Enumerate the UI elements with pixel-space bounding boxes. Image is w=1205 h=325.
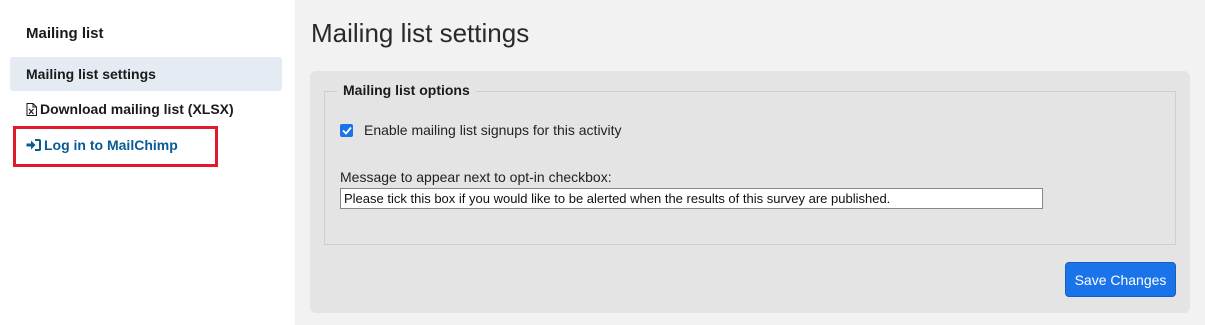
highlight-box <box>13 126 218 167</box>
sidebar-item-download-mailing-list[interactable]: Download mailing list (XLSX) <box>10 92 282 126</box>
enable-signups-checkbox[interactable] <box>340 123 353 137</box>
page: Mailing list Mailing list settings Downl… <box>0 0 1205 325</box>
sidebar: Mailing list Mailing list settings Downl… <box>0 0 295 325</box>
opt-in-message-input[interactable] <box>340 188 1043 209</box>
settings-panel: Mailing list options Enable mailing list… <box>310 71 1190 313</box>
enable-signups-row: Enable mailing list signups for this act… <box>340 122 622 138</box>
enable-signups-label[interactable]: Enable mailing list signups for this act… <box>364 122 622 138</box>
page-title: Mailing list settings <box>311 18 530 48</box>
sidebar-item-label: Download mailing list (XLSX) <box>40 101 234 117</box>
file-excel-icon <box>26 102 37 116</box>
sidebar-item-label: Mailing list settings <box>26 66 156 82</box>
message-field-label: Message to appear next to opt-in checkbo… <box>340 169 612 185</box>
fieldset-legend: Mailing list options <box>337 82 476 98</box>
main-content: Mailing list settings Mailing list optio… <box>295 0 1205 325</box>
sidebar-item-mailing-list-settings[interactable]: Mailing list settings <box>10 57 282 91</box>
mailing-list-options-fieldset: Mailing list options Enable mailing list… <box>324 82 1176 245</box>
sidebar-title: Mailing list <box>26 25 104 42</box>
check-icon <box>341 126 352 135</box>
save-changes-button[interactable]: Save Changes <box>1065 262 1176 297</box>
